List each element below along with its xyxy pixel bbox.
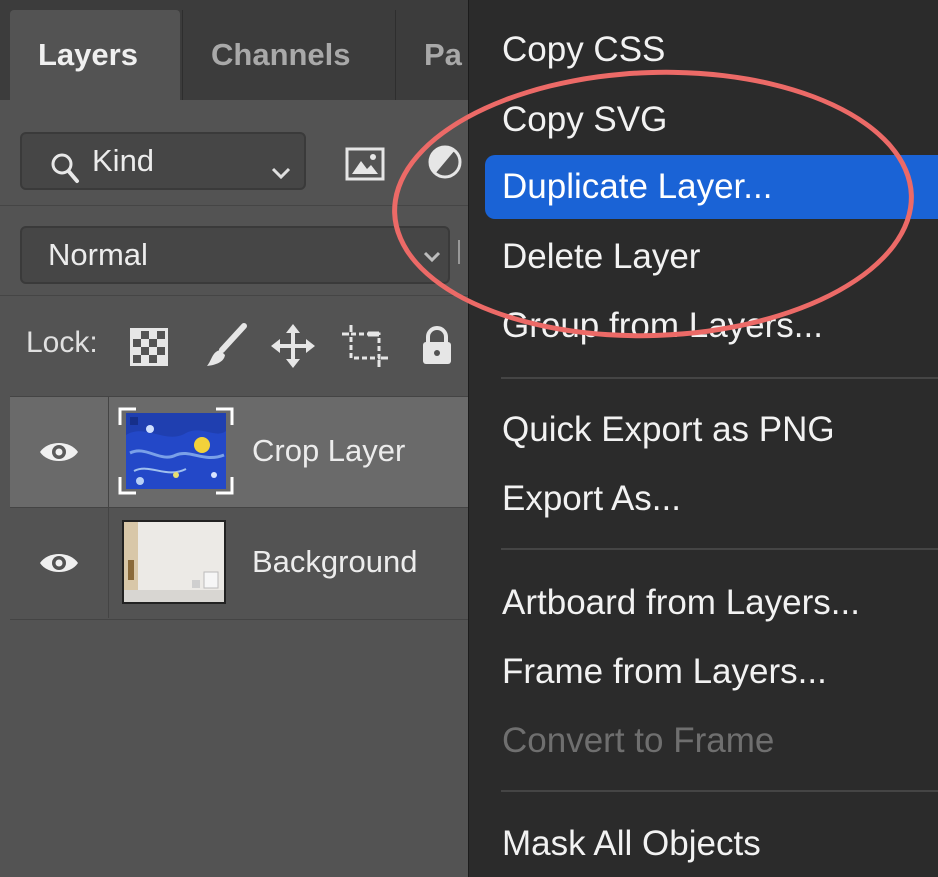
- layer-context-menu: Copy CSS Copy SVG Duplicate Layer... Del…: [468, 0, 938, 877]
- menu-item-export-as[interactable]: Export As...: [485, 467, 938, 531]
- chevron-down-icon: [423, 246, 441, 271]
- layer-row-background[interactable]: Background: [10, 508, 470, 618]
- menu-item-mask-all-objects[interactable]: Mask All Objects: [485, 812, 938, 876]
- visibility-toggle[interactable]: [10, 397, 109, 507]
- checkerboard-icon[interactable]: [130, 328, 168, 371]
- eye-icon[interactable]: [38, 550, 80, 581]
- menu-item-group-from-layers[interactable]: Group from Layers...: [485, 294, 938, 358]
- chevron-down-icon: [270, 148, 292, 202]
- tab-channels[interactable]: Channels: [182, 10, 379, 100]
- layers-panel: Layers Channels Pa Kind Normal Lock: Cro…: [0, 0, 470, 877]
- lock-label: Lock:: [26, 326, 98, 359]
- filter-kind-label: Kind: [92, 143, 155, 178]
- layer-name: Crop Layer: [252, 433, 406, 468]
- image-filter-icon[interactable]: [345, 147, 385, 186]
- divider: [10, 619, 470, 620]
- menu-item-copy-css[interactable]: Copy CSS: [485, 18, 938, 82]
- artboard-icon[interactable]: [342, 325, 388, 372]
- lock-icon[interactable]: [420, 325, 454, 370]
- eye-icon[interactable]: [38, 439, 80, 470]
- menu-item-copy-svg[interactable]: Copy SVG: [485, 88, 938, 152]
- adjustment-filter-icon[interactable]: [427, 144, 463, 185]
- menu-separator: [501, 548, 938, 550]
- blend-row: Normal: [0, 205, 470, 296]
- search-icon: [50, 147, 80, 201]
- menu-separator: [501, 377, 938, 379]
- panel-tab-bar: Layers Channels Pa: [0, 0, 470, 100]
- menu-item-quick-export-png[interactable]: Quick Export as PNG: [485, 398, 938, 462]
- menu-item-delete-layer[interactable]: Delete Layer: [485, 225, 938, 289]
- menu-item-frame-from-layers[interactable]: Frame from Layers...: [485, 640, 938, 704]
- layer-row-crop-layer[interactable]: Crop Layer: [10, 397, 470, 507]
- tab-layers[interactable]: Layers: [10, 10, 180, 100]
- visibility-toggle[interactable]: [10, 508, 109, 618]
- menu-separator: [501, 790, 938, 792]
- blend-mode-select[interactable]: Normal: [20, 226, 450, 284]
- layer-thumbnail: [122, 520, 226, 604]
- filter-kind-select[interactable]: Kind: [20, 132, 306, 190]
- move-icon[interactable]: [271, 324, 315, 373]
- layer-thumbnail: [118, 407, 234, 495]
- menu-item-convert-to-frame: Convert to Frame: [502, 721, 775, 760]
- menu-item-duplicate-layer[interactable]: Duplicate Layer...: [485, 155, 938, 219]
- menu-item-artboard-from-layers[interactable]: Artboard from Layers...: [485, 571, 938, 635]
- filter-row: Kind: [0, 100, 470, 205]
- brush-icon[interactable]: [204, 322, 248, 373]
- layer-name: Background: [252, 544, 418, 579]
